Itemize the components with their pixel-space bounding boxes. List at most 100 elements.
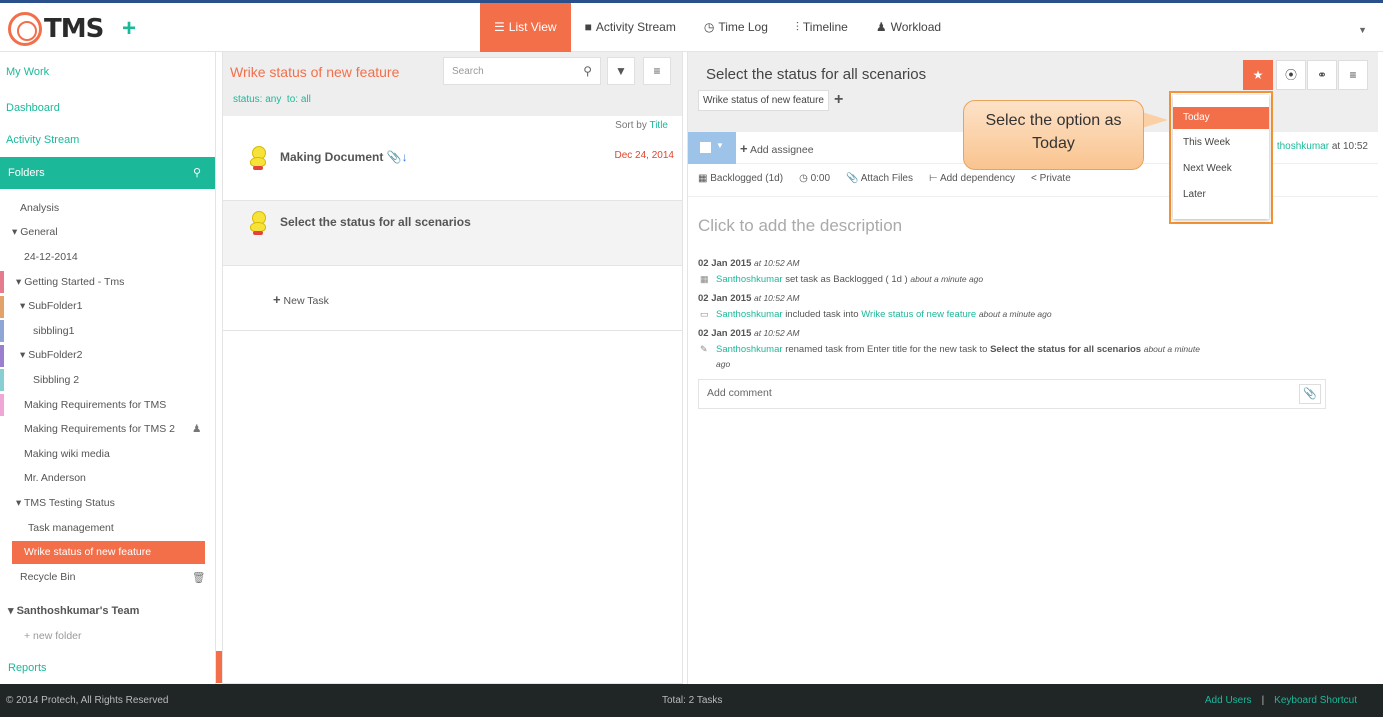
team-header[interactable]: ▾ Santhoshkumar's Team	[8, 604, 139, 617]
activity-user[interactable]: Santhoshkumar	[716, 274, 783, 285]
keyboard-shortcut-link[interactable]: Keyboard Shortcut	[1274, 695, 1357, 706]
task-row[interactable]: Select the status for all scenarios	[223, 201, 682, 266]
comment-input[interactable]: Add comment 📎	[698, 379, 1326, 409]
add-assignee-button[interactable]: + Add assignee	[740, 141, 814, 156]
option-this-week[interactable]: This Week	[1173, 132, 1269, 154]
sidebar-item-dashboard[interactable]: Dashboard	[6, 102, 60, 114]
folder-item[interactable]: 24-12-2014	[24, 251, 78, 263]
sidebar: My Work Dashboard Activity Stream Folder…	[0, 52, 216, 684]
menu-icon: ≡	[1349, 68, 1357, 82]
link-icon: ⚭	[1316, 68, 1328, 82]
chevron-down-icon[interactable]: ▼	[1358, 25, 1367, 35]
link-button[interactable]: ⚭	[1307, 60, 1337, 90]
filter-icon: ▼	[615, 64, 627, 78]
top-bar: TMS + ☰ List View ■ Activity Stream ◷ Ti…	[0, 0, 1383, 52]
time-tracker[interactable]: ◷ 0:00	[799, 173, 830, 184]
callout-line-2: Today	[1032, 135, 1075, 152]
sort-value[interactable]: Title	[649, 120, 668, 131]
logo[interactable]: TMS	[8, 9, 104, 49]
nav-timeline[interactable]: ⫶ Timeline	[782, 3, 862, 52]
folder-item[interactable]: sibbling1	[33, 325, 74, 337]
search-placeholder: Search	[452, 66, 484, 77]
folder-item[interactable]: ▾ Getting Started - Tms	[16, 276, 124, 288]
activity-user[interactable]: Santhoshkumar	[716, 309, 783, 320]
option-next-week[interactable]: Next Week	[1173, 158, 1269, 180]
arrow-down-icon: ↓	[401, 150, 408, 164]
comment-icon: ■	[584, 20, 592, 34]
rss-button[interactable]: ⦿	[1276, 60, 1306, 90]
new-folder-link[interactable]: + new folder	[24, 630, 82, 642]
nav-workload[interactable]: ♟ Workload	[862, 3, 955, 52]
to-filter[interactable]: to: all	[287, 94, 311, 105]
folder-item[interactable]: Making wiki media	[24, 448, 110, 460]
star-button[interactable]: ★	[1243, 60, 1273, 90]
task-detail-title[interactable]: Select the status for all scenarios	[706, 66, 926, 83]
user-avatar[interactable]	[0, 13, 6, 43]
folder-item[interactable]: Making Requirements for TMS 2	[24, 423, 175, 435]
paperclip-icon: 📎	[1303, 388, 1317, 400]
author-name[interactable]: thoshkumar	[1277, 141, 1329, 152]
add-users-link[interactable]: Add Users	[1205, 695, 1252, 706]
menu-button[interactable]: ≡	[643, 57, 671, 85]
attach-files-button[interactable]: 📎 Attach Files	[846, 173, 913, 184]
assignee-avatar	[247, 146, 271, 172]
status-dropdown[interactable]: ▼	[688, 132, 736, 164]
folder-item[interactable]: Task management	[28, 522, 114, 534]
total-tasks: Total: 2 Tasks	[662, 695, 723, 706]
add-dependency-button[interactable]: ⊢ Add dependency	[929, 173, 1015, 184]
activity-user[interactable]: Santhoshkumar	[716, 344, 783, 355]
description-field[interactable]: Click to add the description	[698, 216, 902, 236]
folder-title: Wrike status of new feature	[230, 64, 400, 80]
logo-icon	[8, 12, 42, 46]
search-icon[interactable]: ⚲	[193, 157, 201, 189]
sliders-icon: ⫶	[795, 20, 799, 34]
activity-date: 02 Jan 2015 at 10:52 AM	[698, 293, 800, 304]
task-list-header: Wrike status of new feature Search ⚲ ▼ ≡…	[223, 52, 682, 116]
divider	[688, 196, 1378, 197]
trash-icon[interactable]: 🗑	[192, 571, 205, 584]
privacy-toggle[interactable]: < Private	[1031, 173, 1071, 184]
folder-item[interactable]: Sibbling 2	[33, 374, 79, 386]
list-icon: ☰	[494, 20, 505, 34]
nav-list-view[interactable]: ☰ List View	[480, 3, 571, 52]
nav-time-log[interactable]: ◷ Time Log	[690, 3, 782, 52]
filter-button[interactable]: ▼	[607, 57, 635, 85]
folder-item[interactable]: Making Requirements for TMS	[24, 399, 166, 411]
sidebar-item-reports[interactable]: Reports	[8, 662, 47, 674]
search-icon[interactable]: ⚲	[583, 64, 592, 78]
option-today[interactable]: Today	[1173, 107, 1269, 129]
folder-item[interactable]: ▾ TMS Testing Status	[16, 497, 115, 509]
folder-item-active[interactable]: Wrike status of new feature	[12, 541, 205, 564]
recycle-bin[interactable]: Recycle Bin	[20, 571, 75, 583]
folder-color-bar	[0, 369, 4, 391]
activity-link[interactable]: Wrike status of new feature	[861, 309, 976, 320]
task-row[interactable]: Making Document 📎↓ Dec 24, 2014	[223, 136, 682, 201]
star-dropdown-highlight: Today This Week Next Week Later	[1169, 91, 1273, 224]
new-task-button[interactable]: + New Task	[273, 292, 329, 307]
nav-activity-stream[interactable]: ■ Activity Stream	[571, 3, 690, 52]
add-new-button[interactable]: +	[122, 15, 136, 43]
sidebar-item-my-work[interactable]: My Work	[6, 66, 49, 78]
status-duration[interactable]: ▦ Backlogged (1d)	[698, 173, 783, 184]
folder-item[interactable]: ▾ General	[12, 226, 58, 238]
nav-label: Workload	[890, 20, 942, 34]
status-filter[interactable]: status: any	[233, 94, 281, 105]
add-folder-button[interactable]: +	[834, 91, 843, 109]
folder-item[interactable]: ▾ SubFolder2	[20, 349, 83, 361]
folder-item[interactable]: Analysis	[20, 202, 59, 214]
folder-tag[interactable]: Wrike status of new feature	[698, 90, 829, 111]
instruction-callout: Selec the option as Today	[963, 100, 1144, 170]
activity-entry: ▭ Santhoshkumar included task into Wrike…	[700, 309, 1052, 320]
caret-down-icon: ▾	[16, 497, 24, 509]
sidebar-item-activity-stream[interactable]: Activity Stream	[6, 134, 79, 146]
folder-item[interactable]: Mr. Anderson	[24, 472, 86, 484]
sort-control: Sort by Title	[615, 120, 668, 131]
search-input[interactable]: Search ⚲	[443, 57, 601, 85]
menu-button[interactable]: ≡	[1338, 60, 1368, 90]
option-later[interactable]: Later	[1173, 184, 1269, 206]
footer-links: Add Users | Keyboard Shortcut	[1205, 684, 1357, 717]
clock-icon: ◷	[799, 173, 808, 184]
folder-item[interactable]: ▾ SubFolder1	[20, 300, 83, 312]
folders-header[interactable]: Folders ⚲	[0, 157, 215, 189]
attach-comment-button[interactable]: 📎	[1299, 384, 1321, 404]
